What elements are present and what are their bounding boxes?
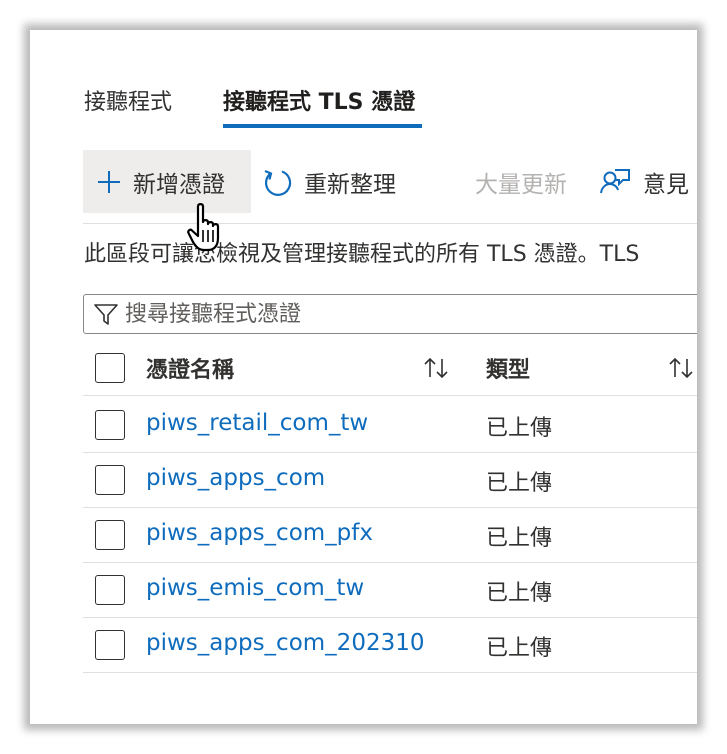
sort-icon[interactable] — [421, 355, 451, 385]
add-certificate-label: 新增憑證 — [133, 171, 225, 198]
row-checkbox[interactable] — [95, 410, 125, 440]
refresh-button[interactable]: 重新整理 — [262, 150, 396, 213]
row-checkbox[interactable] — [95, 575, 125, 605]
table-header-row: 憑證名稱 類型 — [83, 341, 697, 396]
refresh-icon — [262, 166, 294, 198]
column-header-type[interactable]: 類型 — [486, 352, 530, 384]
feedback-label: 意見 l — [643, 171, 697, 198]
row-checkbox[interactable] — [95, 520, 125, 550]
bulk-update-label: 大量更新 — [475, 171, 567, 198]
search-input[interactable] — [125, 301, 685, 327]
table-row: piws_apps_com_202310 已上傳 — [83, 618, 697, 673]
feedback-button[interactable]: 意見 l — [599, 150, 697, 213]
tab-listener-tls-certificates[interactable]: 接聽程式 TLS 憑證 — [223, 84, 415, 116]
table-row: piws_retail_com_tw 已上傳 — [83, 398, 697, 453]
active-tab-indicator — [223, 124, 422, 128]
bulk-update-button[interactable]: 大量更新 — [475, 150, 567, 213]
toolbar-divider — [83, 223, 697, 224]
table-row: piws_apps_com 已上傳 — [83, 453, 697, 508]
row-checkbox[interactable] — [95, 465, 125, 495]
select-all-checkbox[interactable] — [95, 353, 125, 383]
certificate-name-link[interactable]: piws_emis_com_tw — [146, 575, 364, 601]
certificate-type: 已上傳 — [486, 581, 553, 606]
add-certificate-button[interactable]: 新增憑證 — [83, 150, 251, 213]
filter-icon — [93, 301, 119, 327]
table-row: piws_apps_com_pfx 已上傳 — [83, 508, 697, 563]
row-checkbox[interactable] — [95, 630, 125, 660]
refresh-label: 重新整理 — [304, 171, 396, 198]
dialog-frame: 接聽程式 接聽程式 TLS 憑證 新增憑證 重新整理 大量更新 意見 l 此區段… — [30, 30, 697, 724]
certificate-name-link[interactable]: piws_apps_com_202310 — [146, 630, 424, 656]
plus-icon — [96, 169, 122, 195]
certificate-name-link[interactable]: piws_retail_com_tw — [146, 410, 368, 436]
column-header-certificate-name[interactable]: 憑證名稱 — [146, 352, 234, 384]
certificate-type: 已上傳 — [486, 526, 553, 551]
certificate-type: 已上傳 — [486, 636, 553, 661]
certificate-type: 已上傳 — [486, 471, 553, 496]
feedback-icon — [599, 166, 631, 198]
table-row: piws_emis_com_tw 已上傳 — [83, 563, 697, 618]
tls-certificates-panel: 接聽程式 接聽程式 TLS 憑證 新增憑證 重新整理 大量更新 意見 l 此區段… — [30, 30, 697, 724]
certificate-name-link[interactable]: piws_apps_com — [146, 465, 325, 491]
certificate-type: 已上傳 — [486, 416, 553, 441]
tab-listeners[interactable]: 接聽程式 — [84, 84, 172, 116]
certificate-name-link[interactable]: piws_apps_com_pfx — [146, 520, 373, 546]
section-description: 此區段可讓您檢視及管理接聽程式的所有 TLS 憑證。TLS — [84, 242, 640, 267]
search-box[interactable] — [83, 294, 697, 334]
sort-icon[interactable] — [666, 355, 696, 385]
